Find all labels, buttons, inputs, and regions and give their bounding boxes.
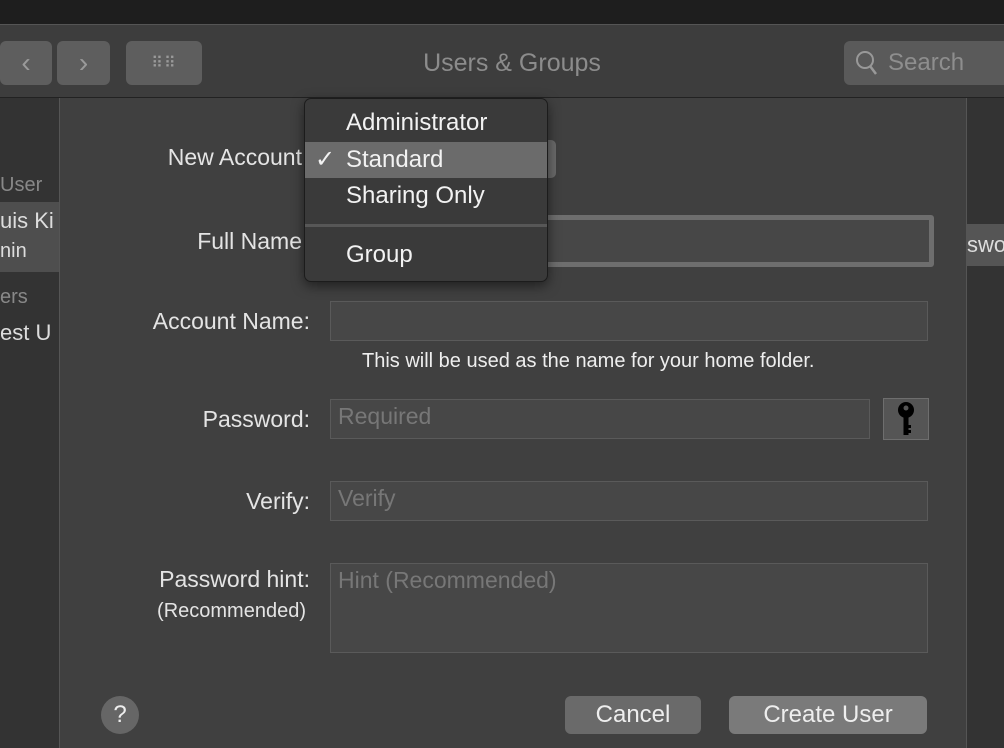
- grid-icon: ⠿⠿: [151, 55, 177, 72]
- password-label: Password:: [202, 406, 310, 432]
- sidebar-item-guest[interactable]: est U: [0, 320, 51, 346]
- password-placeholder: Required: [338, 403, 432, 429]
- password-field[interactable]: Required: [330, 399, 870, 439]
- checkmark-icon: ✓: [315, 146, 336, 173]
- verify-placeholder: Verify: [338, 485, 396, 511]
- menu-separator: [305, 224, 547, 227]
- menu-item-administrator[interactable]: Administrator: [305, 105, 547, 141]
- search-placeholder: Search: [888, 49, 965, 76]
- full-name-field[interactable]: [500, 215, 934, 267]
- sidebar-heading: User: [0, 174, 43, 196]
- change-password-button-partial[interactable]: swo: [967, 224, 1004, 266]
- verify-field[interactable]: Verify: [330, 481, 928, 521]
- chevron-left-icon: ‹: [21, 47, 31, 78]
- menu-item-group[interactable]: Group: [305, 237, 547, 273]
- key-icon: [898, 402, 914, 435]
- toolbar: ‹ › ⠿⠿ Users & Groups Search: [0, 24, 1004, 98]
- create-user-button[interactable]: Create User: [729, 696, 927, 734]
- user-list-sidebar: User uis Ki nin ers est U: [0, 98, 59, 748]
- password-hint-label: Password hint:: [159, 566, 310, 592]
- menu-item-standard[interactable]: ✓ Standard: [305, 142, 547, 178]
- account-name-field[interactable]: [330, 301, 928, 341]
- search-icon: [856, 51, 877, 75]
- sidebar-item-current-user[interactable]: uis Ki nin: [0, 202, 59, 272]
- verify-label: Verify:: [246, 488, 310, 514]
- password-assistant-button[interactable]: [883, 398, 929, 440]
- hint-placeholder: Hint (Recommended): [338, 567, 557, 593]
- user-name: uis Ki: [0, 208, 54, 233]
- user-role: nin: [0, 240, 27, 262]
- sidebar-heading-other: ers: [0, 286, 28, 308]
- password-hint-sublabel: (Recommended): [157, 600, 306, 622]
- full-name-label: Full Name: [197, 228, 302, 254]
- account-name-label: Account Name:: [152, 308, 310, 334]
- password-hint-field[interactable]: Hint (Recommended): [330, 563, 928, 653]
- menu-bar: [0, 0, 1004, 24]
- back-button[interactable]: ‹: [0, 41, 52, 85]
- account-type-menu: Administrator ✓ Standard Sharing Only Gr…: [304, 98, 548, 282]
- window-title: Users & Groups: [423, 49, 601, 77]
- help-button[interactable]: ?: [101, 696, 139, 734]
- new-account-label: New Account: [167, 144, 302, 170]
- menu-item-label: Standard: [346, 146, 444, 173]
- search-input[interactable]: Search: [844, 41, 1004, 85]
- menu-item-sharing-only[interactable]: Sharing Only: [305, 178, 547, 214]
- background-pane: swo: [967, 98, 1004, 748]
- forward-button[interactable]: ›: [57, 41, 110, 85]
- show-all-button[interactable]: ⠿⠿: [126, 41, 202, 85]
- chevron-right-icon: ›: [78, 47, 89, 78]
- cancel-button[interactable]: Cancel: [565, 696, 701, 734]
- account-name-hint: This will be used as the name for your h…: [362, 350, 815, 372]
